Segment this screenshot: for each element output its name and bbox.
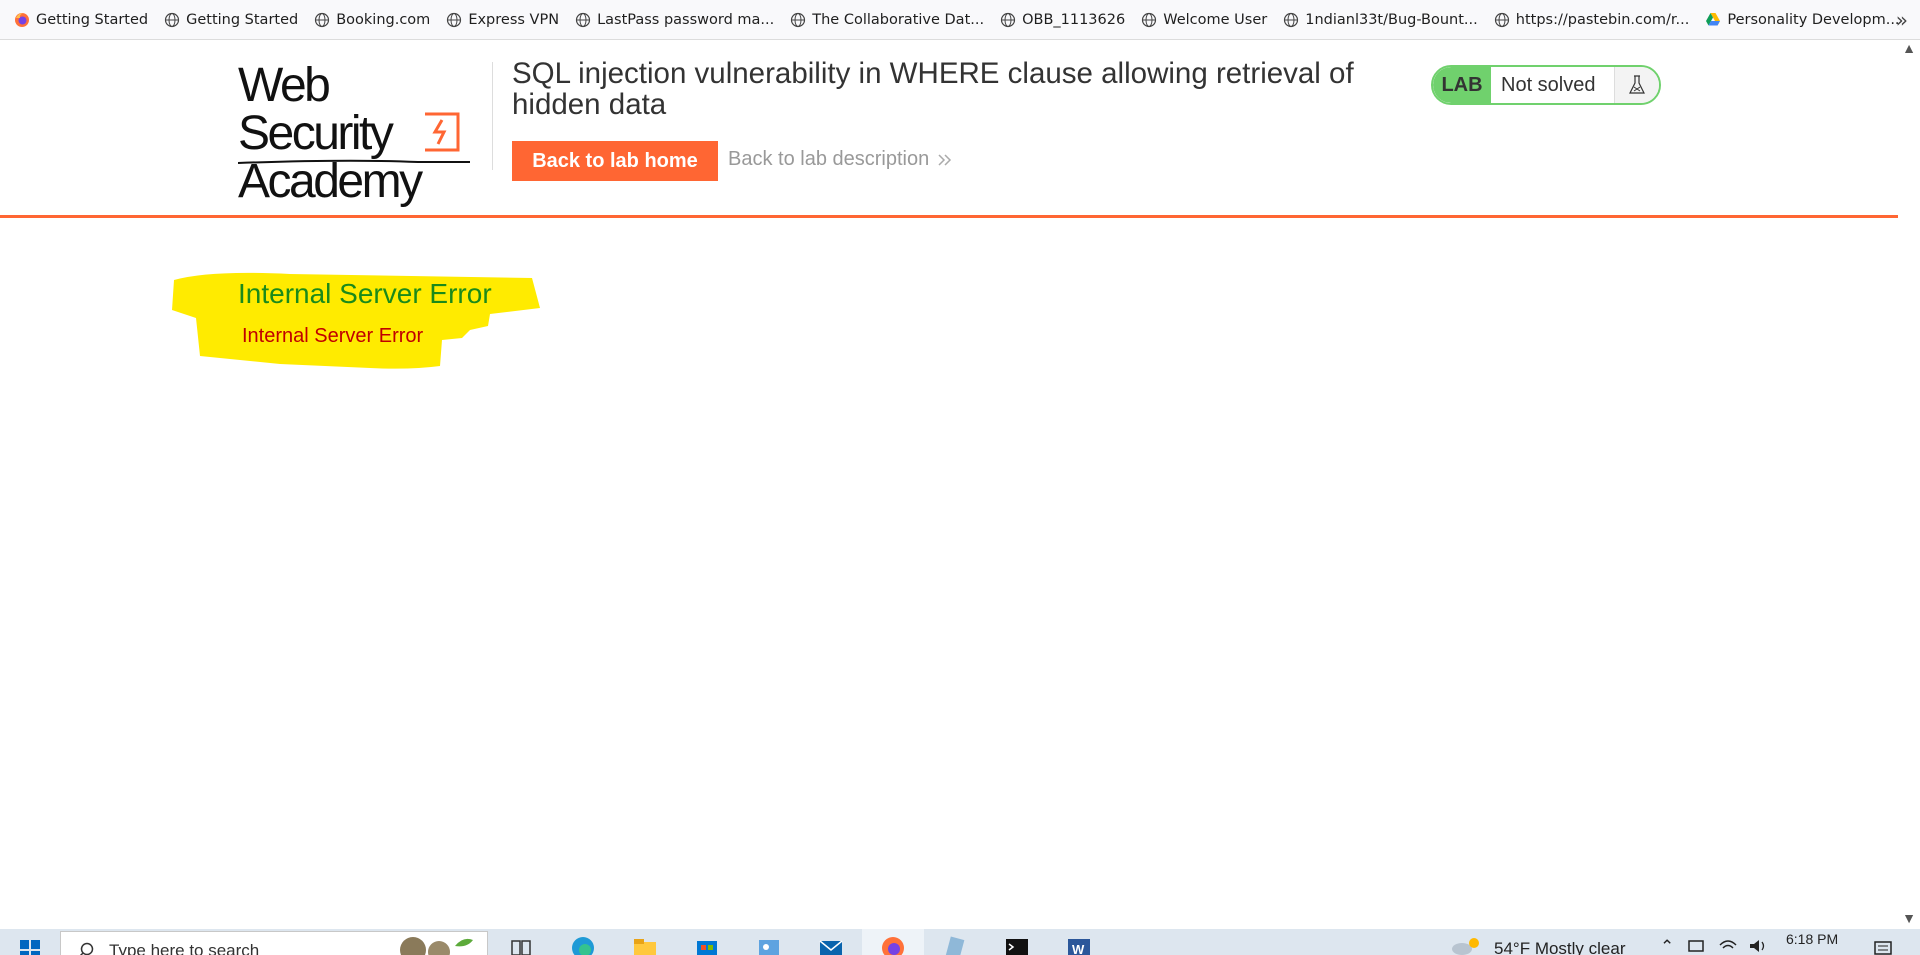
- flask-icon: [1614, 67, 1659, 103]
- bookmark-label: https://pastebin.com/r...: [1515, 11, 1690, 28]
- notifications-icon[interactable]: [1874, 941, 1892, 955]
- lab-header: Web Security Academy SQL injection vulne…: [0, 40, 1898, 218]
- logo-underline-icon: [238, 159, 470, 164]
- bookmark-item[interactable]: https://pastebin.com/r...: [1494, 11, 1690, 28]
- lab-status-widget: LAB Not solved: [1431, 65, 1661, 105]
- bookmark-label: Welcome User: [1163, 11, 1268, 28]
- logo-mark-icon: [425, 112, 460, 152]
- globe-icon: [575, 12, 591, 27]
- microsoft-store-icon[interactable]: [694, 935, 720, 955]
- volume-icon[interactable]: [1748, 937, 1768, 955]
- globe-icon: [1494, 12, 1509, 27]
- bookmark-label: Getting Started: [36, 11, 149, 28]
- scroll-up-icon[interactable]: ▲: [1902, 40, 1916, 56]
- wifi-icon[interactable]: [1718, 937, 1738, 955]
- bookmark-item[interactable]: 1ndianl33t/Bug-Bount...: [1283, 12, 1478, 28]
- lab-title: SQL injection vulnerability in WHERE cla…: [512, 57, 1354, 121]
- terminal-icon[interactable]: [1004, 935, 1030, 955]
- bookmark-item[interactable]: Getting Started: [164, 12, 298, 28]
- bookmark-item[interactable]: LastPass password ma...: [575, 12, 774, 28]
- globe-icon: [315, 12, 330, 27]
- show-hidden-icons-icon[interactable]: ⌃: [1660, 937, 1674, 955]
- bookmark-label: OBB_1113626: [1022, 11, 1126, 28]
- globe-icon: [447, 12, 462, 27]
- taskbar-search-input[interactable]: Type here to search: [60, 931, 488, 955]
- mail-icon[interactable]: [818, 935, 844, 955]
- bookmarks-toolbar: Getting Started Getting Started Booking.…: [0, 0, 1920, 40]
- globe-icon: [1000, 12, 1016, 27]
- error-message: Internal Server Error: [242, 325, 424, 347]
- error-heading: Internal Server Error: [238, 278, 492, 309]
- globe-icon: [1142, 12, 1157, 27]
- header-divider: [492, 62, 493, 170]
- bookmarks-overflow-button[interactable]: »: [1896, 8, 1908, 32]
- weather-icon[interactable]: [1450, 935, 1482, 955]
- firefox-taskbar-icon[interactable]: [880, 935, 906, 955]
- bookmark-item[interactable]: Express VPN: [446, 12, 559, 28]
- bookmark-label: LastPass password ma...: [597, 11, 775, 28]
- file-explorer-icon[interactable]: [632, 935, 658, 955]
- bookmark-label: Booking.com: [336, 11, 431, 28]
- globe-icon: [165, 12, 180, 27]
- back-to-lab-description-link[interactable]: Back to lab description: [728, 148, 953, 171]
- bookmark-label: Express VPN: [468, 11, 560, 28]
- word-icon[interactable]: W: [1066, 935, 1092, 955]
- bookmark-label: Personality Developm...: [1727, 11, 1900, 28]
- bookmark-item[interactable]: Booking.com: [314, 12, 430, 28]
- bookmark-label: The Collaborative Dat...: [812, 11, 985, 28]
- page-content: Web Security Academy SQL injection vulne…: [0, 40, 1898, 929]
- weather-text[interactable]: 54°F Mostly clear: [1494, 939, 1626, 955]
- battery-icon[interactable]: [1688, 939, 1706, 953]
- bookmark-item[interactable]: Personality Developm...: [1705, 11, 1900, 28]
- task-view-icon[interactable]: [508, 935, 534, 955]
- firefox-icon: [15, 12, 29, 27]
- scroll-down-icon[interactable]: ▼: [1902, 910, 1916, 926]
- edge-icon[interactable]: [570, 935, 596, 955]
- google-drive-icon: [1706, 12, 1721, 25]
- notepad-icon[interactable]: [942, 935, 968, 955]
- taskbar-search-placeholder: Type here to search: [109, 941, 260, 955]
- page-scrollbar[interactable]: [1898, 40, 1920, 929]
- taskbar-clock[interactable]: 6:18 PM: [1786, 931, 1838, 947]
- bookmark-label: 1ndianl33t/Bug-Bount...: [1305, 11, 1478, 28]
- contacts-app-icon[interactable]: [756, 935, 782, 955]
- search-highlight-icon: [400, 937, 473, 955]
- globe-icon: [791, 12, 806, 27]
- double-chevron-right-icon: [938, 153, 952, 166]
- windows-taskbar: Type here to search W 54°F Mostly clear …: [0, 929, 1920, 955]
- bookmark-item[interactable]: OBB_1113626: [1000, 12, 1125, 28]
- search-icon: [79, 942, 94, 955]
- svg-text:W: W: [1072, 942, 1085, 955]
- windows-start-icon[interactable]: [20, 940, 40, 955]
- lab-status-text: Not solved: [1501, 73, 1596, 96]
- back-to-lab-description-label: Back to lab description: [728, 148, 930, 170]
- globe-icon: [1284, 12, 1299, 27]
- bookmark-item[interactable]: Welcome User: [1141, 12, 1267, 28]
- web-security-academy-logo[interactable]: Web Security Academy: [238, 62, 488, 206]
- bookmark-label: Getting Started: [186, 11, 299, 28]
- back-to-lab-home-button[interactable]: Back to lab home: [512, 141, 718, 181]
- bookmark-item[interactable]: Getting Started: [14, 12, 148, 28]
- bookmark-item[interactable]: The Collaborative Dat...: [790, 12, 984, 28]
- lab-status-badge: LAB: [1433, 67, 1491, 103]
